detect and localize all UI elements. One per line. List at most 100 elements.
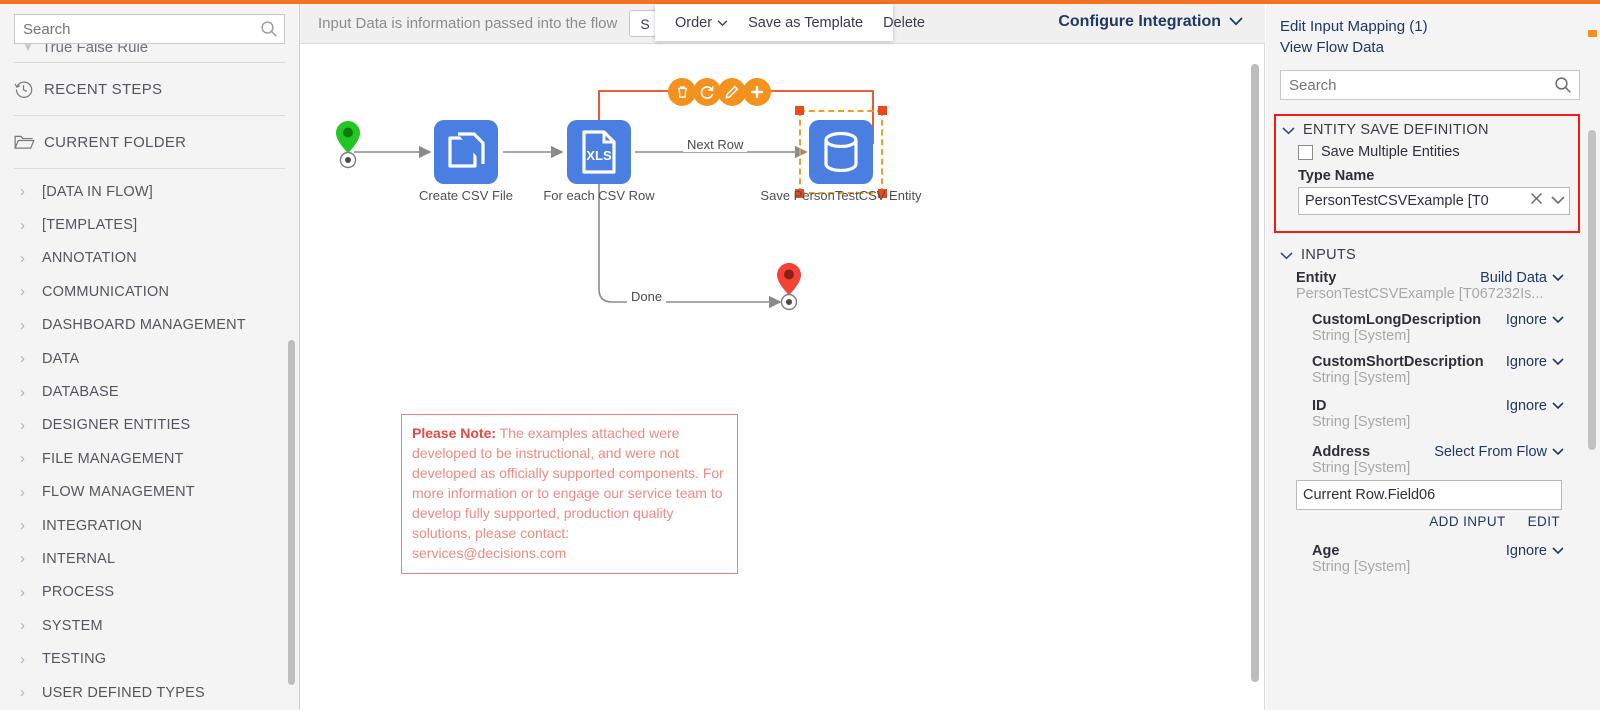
- configure-integration-button[interactable]: Configure Integration: [1058, 13, 1243, 31]
- input-action-ignore[interactable]: Ignore: [1506, 354, 1564, 370]
- sidebar-section-recent-steps[interactable]: RECENT STEPS: [0, 69, 299, 109]
- flow-designer-canvas[interactable]: Create CSV File XLS For each CSV Row Sav…: [300, 44, 1265, 710]
- properties-panel-scrollbar[interactable]: [1588, 130, 1596, 450]
- chevron-right-icon: ›: [20, 550, 26, 568]
- sidebar-item-designer-entities[interactable]: › DESIGNER ENTITIES: [0, 409, 299, 442]
- sidebar-item-testing[interactable]: › TESTING: [0, 642, 299, 675]
- sidebar-item-label: TESTING: [42, 651, 107, 668]
- edit-step-button[interactable]: [718, 78, 746, 106]
- input-action-ignore[interactable]: Ignore: [1506, 543, 1564, 559]
- search-input[interactable]: [14, 14, 285, 44]
- sidebar-section-label: CURRENT FOLDER: [44, 133, 187, 151]
- input-action-label: Ignore: [1505, 312, 1547, 328]
- edit-input-mapping-link[interactable]: Edit Input Mapping (1): [1280, 16, 1600, 37]
- flow-step-for-each-csv-row[interactable]: XLS For each CSV Row: [543, 120, 655, 203]
- sidebar-item-communication[interactable]: › COMMUNICATION: [0, 275, 299, 308]
- sidebar-partial-item-label: True False Rule: [42, 44, 149, 56]
- sidebar-item-user-defined-types[interactable]: › USER DEFINED TYPES: [0, 676, 299, 709]
- input-row-customlongdescription: CustomLongDescription Ignore: [1274, 302, 1580, 328]
- sidebar-item-label: PROCESS: [42, 584, 115, 601]
- xls-file-icon: XLS: [567, 120, 631, 184]
- flow-step-save-person-entity[interactable]: Save PersonTestCSV Entity: [760, 106, 922, 203]
- sidebar-item-label: FILE MANAGEMENT: [42, 450, 184, 467]
- sidebar-item-system[interactable]: › SYSTEM: [0, 609, 299, 642]
- type-name-value: PersonTestCSVExample [T0: [1305, 193, 1489, 209]
- chevron-right-icon: ›: [20, 249, 26, 267]
- chevron-down-icon: ▾: [24, 44, 32, 54]
- sidebar-search: [14, 14, 285, 44]
- chevron-right-icon: ›: [20, 383, 26, 401]
- input-action-ignore[interactable]: Ignore: [1506, 312, 1564, 328]
- sidebar-item-label: ANNOTATION: [42, 250, 137, 267]
- search-icon[interactable]: [1554, 76, 1572, 99]
- chevron-right-icon: ›: [20, 350, 26, 368]
- save-multiple-entities-checkbox[interactable]: [1298, 144, 1313, 160]
- sidebar-item-data[interactable]: › DATA: [0, 342, 299, 375]
- input-action-select-from-flow[interactable]: Select From Flow: [1434, 444, 1564, 460]
- copy-documents-icon: [434, 120, 498, 184]
- sidebar-item-label: INTEGRATION: [42, 517, 143, 534]
- search-icon[interactable]: [260, 20, 278, 38]
- input-action-label: Select From Flow: [1434, 444, 1547, 460]
- selection-frame: [799, 110, 883, 194]
- divider: [14, 62, 285, 63]
- context-menu-delete[interactable]: Delete: [873, 15, 935, 31]
- sidebar-item-integration[interactable]: › INTEGRATION: [0, 509, 299, 542]
- input-action-ignore[interactable]: Ignore: [1506, 398, 1564, 414]
- sidebar-scrollbar[interactable]: [288, 340, 295, 685]
- flow-step-label: For each CSV Row: [543, 188, 655, 203]
- close-icon[interactable]: [1525, 192, 1547, 210]
- input-action-build-data[interactable]: Build Data: [1480, 270, 1564, 286]
- step-action-toolbar: [668, 78, 771, 106]
- sidebar-item-label: USER DEFINED TYPES: [42, 684, 205, 701]
- save-multiple-entities-row[interactable]: Save Multiple Entities: [1276, 142, 1578, 164]
- sidebar-item-dashboard-management[interactable]: › DASHBOARD MANAGEMENT: [0, 309, 299, 342]
- input-name: CustomLongDescription: [1312, 312, 1482, 328]
- sidebar-item-templates[interactable]: › [TEMPLATES]: [0, 208, 299, 241]
- sidebar-partial-item[interactable]: ▾ True False Rule: [0, 44, 299, 56]
- sidebar-item-label: [DATA IN FLOW]: [42, 183, 154, 200]
- flow-step-create-csv-file[interactable]: Create CSV File: [419, 120, 513, 203]
- chevron-right-icon: ›: [20, 450, 26, 468]
- sidebar-item-flow-management[interactable]: › FLOW MANAGEMENT: [0, 476, 299, 509]
- sidebar-item-database[interactable]: › DATABASE: [0, 375, 299, 408]
- chevron-right-icon: ›: [20, 583, 26, 601]
- sidebar-item-process[interactable]: › PROCESS: [0, 576, 299, 609]
- context-menu-save-as-template[interactable]: Save as Template: [738, 15, 873, 31]
- flow-start-marker[interactable]: [334, 120, 362, 175]
- sidebar-item-file-management[interactable]: › FILE MANAGEMENT: [0, 442, 299, 475]
- history-clock-icon: [14, 80, 44, 99]
- chevron-right-icon: ›: [20, 684, 26, 702]
- entity-save-definition-section: ENTITY SAVE DEFINITION Save Multiple Ent…: [1274, 114, 1580, 233]
- sidebar-section-current-folder[interactable]: CURRENT FOLDER: [0, 122, 299, 162]
- resize-handle-top-left[interactable]: [795, 106, 804, 115]
- canvas-scrollbar[interactable]: [1251, 64, 1259, 682]
- address-input-links: ADD INPUT EDIT: [1274, 510, 1580, 529]
- svg-text:XLS: XLS: [586, 148, 612, 163]
- refresh-step-button[interactable]: [693, 78, 721, 106]
- edit-link[interactable]: EDIT: [1528, 514, 1560, 529]
- instructional-note: Please Note: The examples attached were …: [401, 414, 738, 574]
- view-flow-data-link[interactable]: View Flow Data: [1280, 37, 1600, 58]
- scroll-up-arrow-icon[interactable]: [1588, 30, 1597, 37]
- chevron-down-icon[interactable]: [1547, 192, 1569, 210]
- context-menu-order[interactable]: Order: [665, 15, 738, 31]
- flow-end-marker[interactable]: [775, 262, 803, 317]
- inputs-header[interactable]: INPUTS: [1274, 241, 1580, 267]
- sidebar-category-list: › [DATA IN FLOW] › [TEMPLATES] › ANNOTATION…: [0, 175, 299, 709]
- add-input-link[interactable]: ADD INPUT: [1429, 514, 1505, 529]
- add-step-button[interactable]: [743, 78, 771, 106]
- delete-step-button[interactable]: [668, 78, 696, 106]
- type-name-combobox[interactable]: PersonTestCSVExample [T0: [1298, 187, 1570, 215]
- chevron-right-icon: ›: [20, 517, 26, 535]
- address-value-input[interactable]: Current Row.Field06: [1296, 480, 1562, 510]
- chevron-down-icon: [717, 15, 728, 31]
- properties-search-input[interactable]: [1280, 70, 1580, 100]
- note-bold-prefix: Please Note:: [412, 425, 497, 441]
- resize-handle-top-right[interactable]: [878, 106, 887, 115]
- sidebar-item-internal[interactable]: › INTERNAL: [0, 542, 299, 575]
- entity-save-definition-header[interactable]: ENTITY SAVE DEFINITION: [1276, 116, 1578, 142]
- sidebar-item-annotation[interactable]: › ANNOTATION: [0, 242, 299, 275]
- sidebar-item-data-in-flow[interactable]: › [DATA IN FLOW]: [0, 175, 299, 208]
- chevron-right-icon: ›: [20, 617, 26, 635]
